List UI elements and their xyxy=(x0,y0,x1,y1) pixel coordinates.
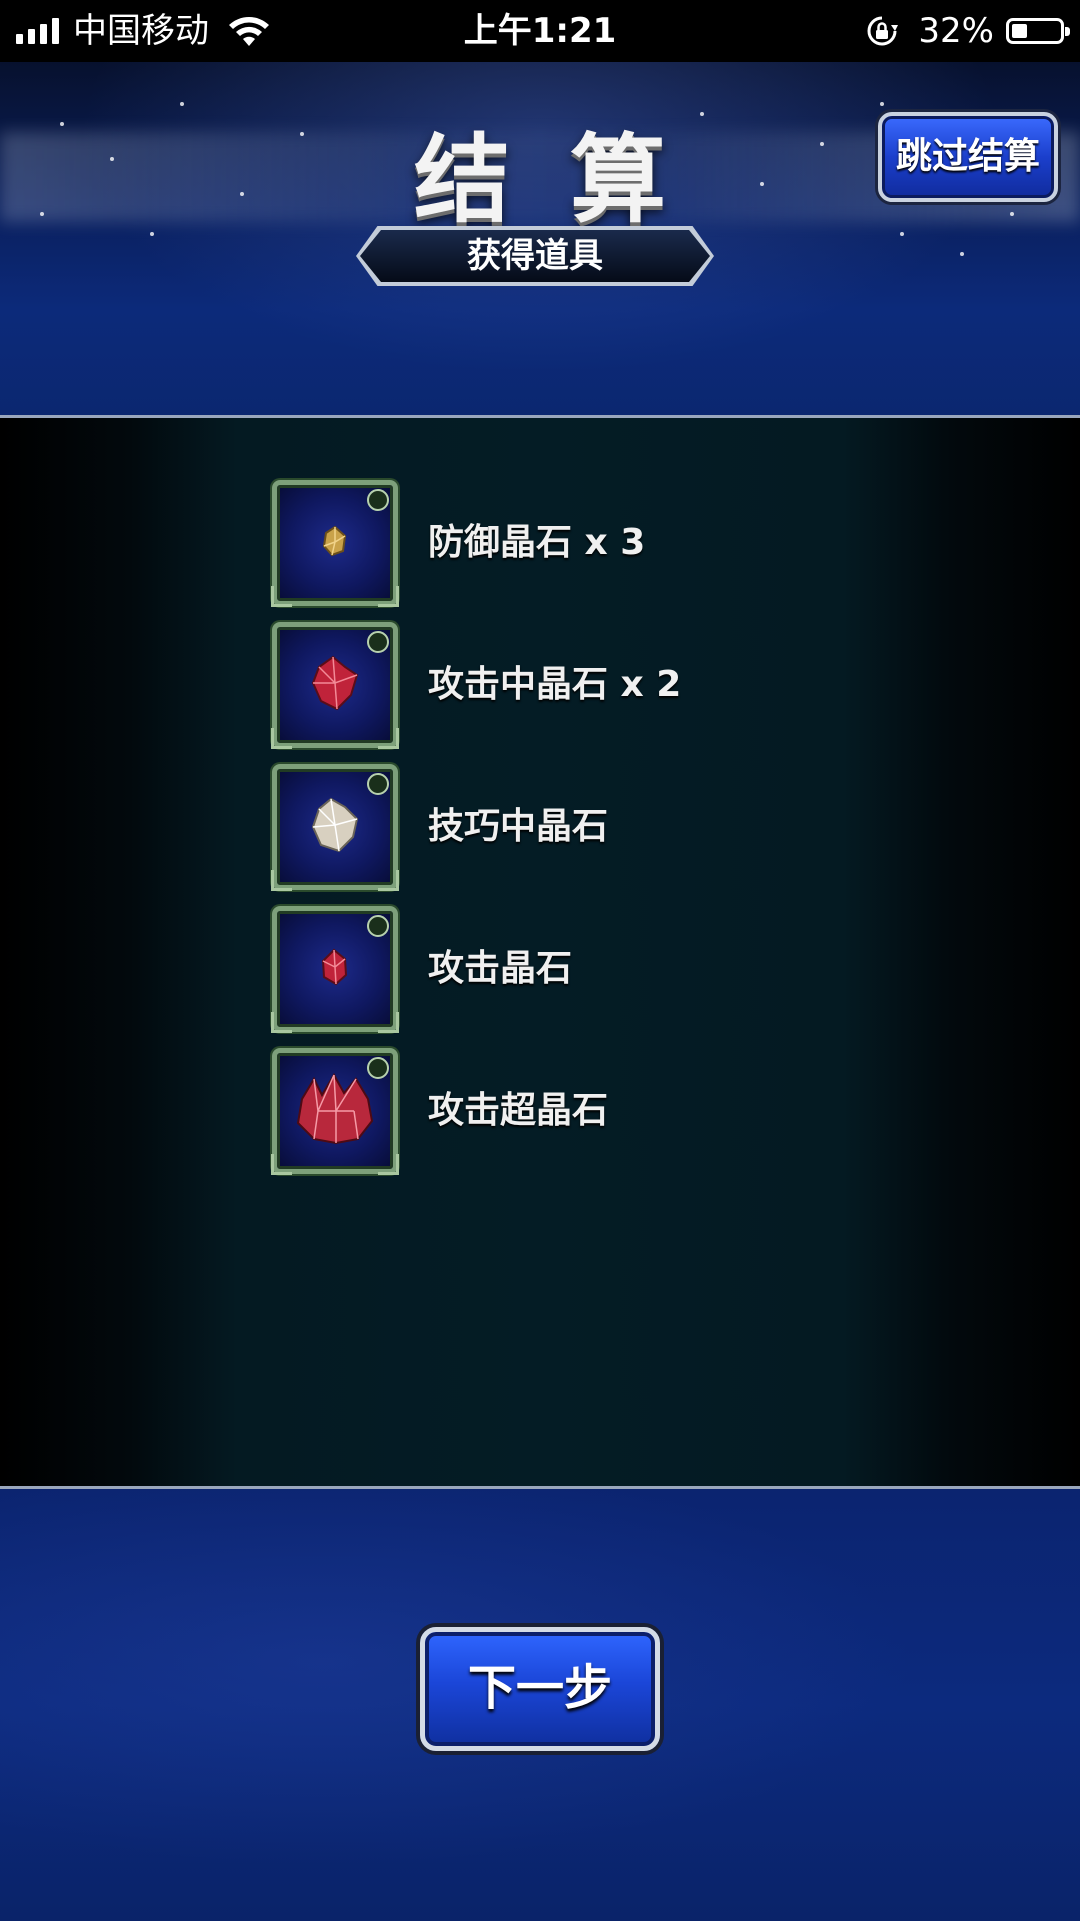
item-corner-badge-icon xyxy=(367,631,389,653)
status-left: 中国移动 xyxy=(16,0,271,62)
status-bar: 中国移动 上午1:21 32% xyxy=(0,0,1080,62)
item-row: 防御晶石 x 3 xyxy=(271,480,872,607)
skip-settlement-button[interactable]: 跳过结算 xyxy=(878,112,1058,202)
battery-fill xyxy=(1012,24,1027,38)
carrier-name: 中国移动 xyxy=(73,11,209,51)
wifi-icon xyxy=(229,17,269,46)
item-frame[interactable] xyxy=(271,764,399,891)
battery-tip xyxy=(1065,27,1070,36)
battery-icon xyxy=(1006,18,1070,44)
item-frame[interactable] xyxy=(271,622,399,749)
status-right: 32% xyxy=(866,0,1070,62)
item-label: 攻击晶石 xyxy=(428,948,573,989)
signal-icon xyxy=(16,18,59,44)
item-frame[interactable] xyxy=(271,1048,399,1175)
item-row: 攻击超晶石 xyxy=(271,1048,872,1175)
item-row: 攻击中晶石 x 2 xyxy=(271,622,872,749)
item-row: 技巧中晶石 xyxy=(271,764,872,891)
item-frame[interactable] xyxy=(271,906,399,1033)
footer: 下一步 xyxy=(0,1486,1080,1921)
section-banner: 获得道具 xyxy=(360,230,710,282)
next-step-button[interactable]: 下一步 xyxy=(420,1627,660,1751)
star xyxy=(960,252,964,256)
battery-percent: 32% xyxy=(918,11,994,51)
rotation-lock-icon xyxy=(867,16,899,46)
item-label: 防御晶石 x 3 xyxy=(428,522,646,563)
attack-medium-crystal-icon xyxy=(305,653,365,717)
item-label: 技巧中晶石 xyxy=(428,806,609,847)
item-corner-badge-icon xyxy=(367,773,389,795)
item-corner-badge-icon xyxy=(367,489,389,511)
item-label: 攻击超晶石 xyxy=(428,1090,609,1131)
attack-super-crystal-icon xyxy=(292,1071,378,1151)
item-corner-badge-icon xyxy=(367,915,389,937)
item-frame[interactable] xyxy=(271,480,399,607)
technique-medium-crystal-icon xyxy=(305,795,365,859)
defense-crystal-icon xyxy=(318,524,352,562)
item-label: 攻击中晶石 x 2 xyxy=(428,664,682,705)
reward-panel: 防御晶石 x 3 攻击中晶石 x 2 技巧中晶石攻击晶石攻击超晶石 xyxy=(0,418,1080,1486)
attack-crystal-icon xyxy=(318,947,352,991)
header: 结算 跳过结算 获得道具 xyxy=(0,62,1080,418)
item-row: 攻击晶石 xyxy=(271,906,872,1033)
